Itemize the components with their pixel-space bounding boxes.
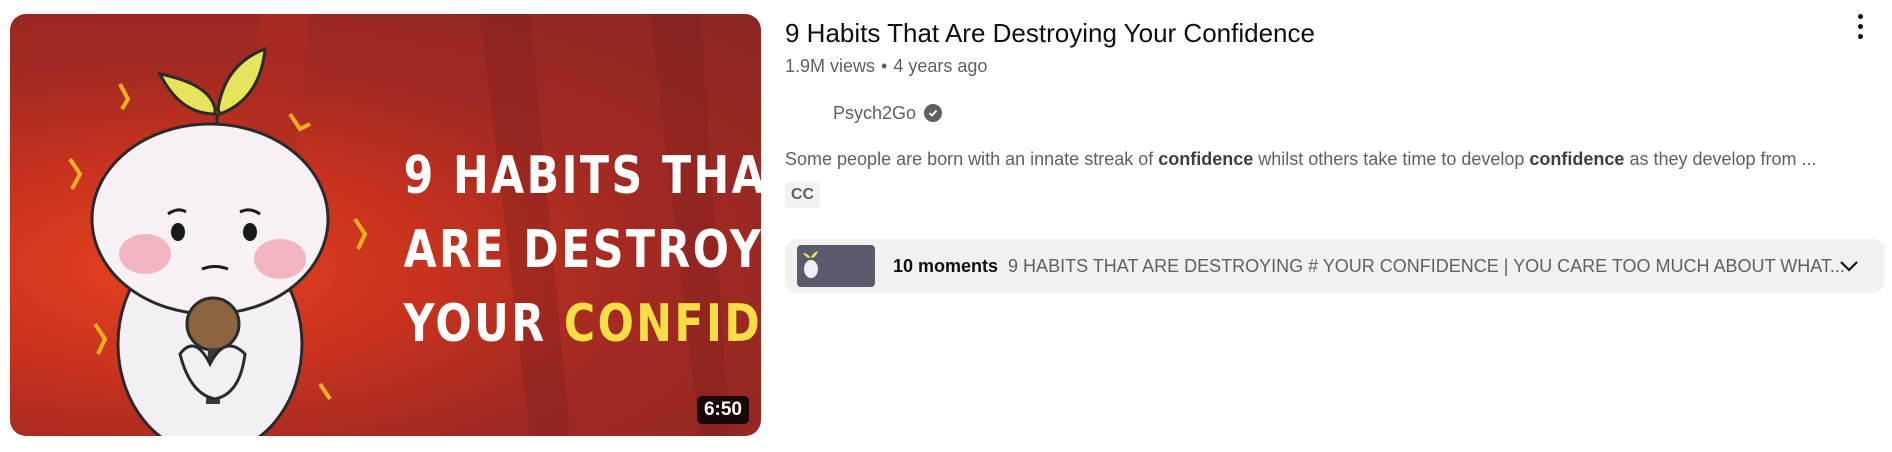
cc-badge: CC (785, 182, 821, 208)
video-details: 9 Habits That Are Destroying Your Confid… (785, 14, 1885, 208)
moments-summary: 9 HABITS THAT ARE DESTROYING # YOUR CONF… (1008, 255, 1845, 276)
key-moments-panel[interactable]: 10 moments 9 HABITS THAT ARE DESTROYING … (785, 239, 1885, 293)
video-metadata: 1.9M views • 4 years ago (785, 56, 1885, 77)
description-text: whilst others take time to develop (1253, 149, 1530, 169)
moment-thumbnail (797, 245, 875, 287)
channel-name[interactable]: Psych2Go (833, 103, 916, 124)
video-description-snippet: Some people are born with an innate stre… (785, 149, 1885, 170)
description-highlight: confidence (1158, 149, 1254, 169)
verified-check-icon (924, 104, 943, 122)
chevron-down-icon[interactable] (1837, 254, 1861, 283)
description-text: as they develop from ... (1624, 149, 1817, 169)
channel-link[interactable]: Psych2Go (785, 99, 1885, 127)
channel-avatar[interactable] (785, 99, 821, 127)
view-count: 1.9M views (785, 56, 876, 76)
meta-separator: • (881, 56, 888, 76)
description-text: Some people are born with an innate stre… (785, 149, 1159, 169)
more-vert-icon[interactable] (1854, 14, 1866, 42)
thumbnail-caption: 9 HABITS THAT ARE DESTROYING YOUR CONFID… (403, 139, 761, 361)
video-title[interactable]: 9 Habits That Are Destroying Your Confid… (785, 14, 1885, 52)
video-result: 9 HABITS THAT ARE DESTROYING YOUR CONFID… (0, 0, 1892, 452)
thumbnail-caption-line: YOUR CONFIDENCE (403, 287, 761, 361)
duration-badge: 6:50 (696, 396, 749, 424)
description-highlight: confidence (1529, 149, 1625, 169)
upload-age: 4 years ago (893, 56, 988, 76)
thumbnail-caption-word: YOUR (403, 294, 547, 354)
video-thumbnail[interactable]: 9 HABITS THAT ARE DESTROYING YOUR CONFID… (10, 14, 761, 436)
thumbnail-caption-accent: CONFIDENCE (563, 294, 761, 354)
moments-count: 10 moments (893, 255, 999, 276)
thumbnail-caption-line: 9 HABITS THAT (403, 146, 761, 206)
thumbnail-caption-line: ARE DESTROYING (403, 220, 761, 280)
